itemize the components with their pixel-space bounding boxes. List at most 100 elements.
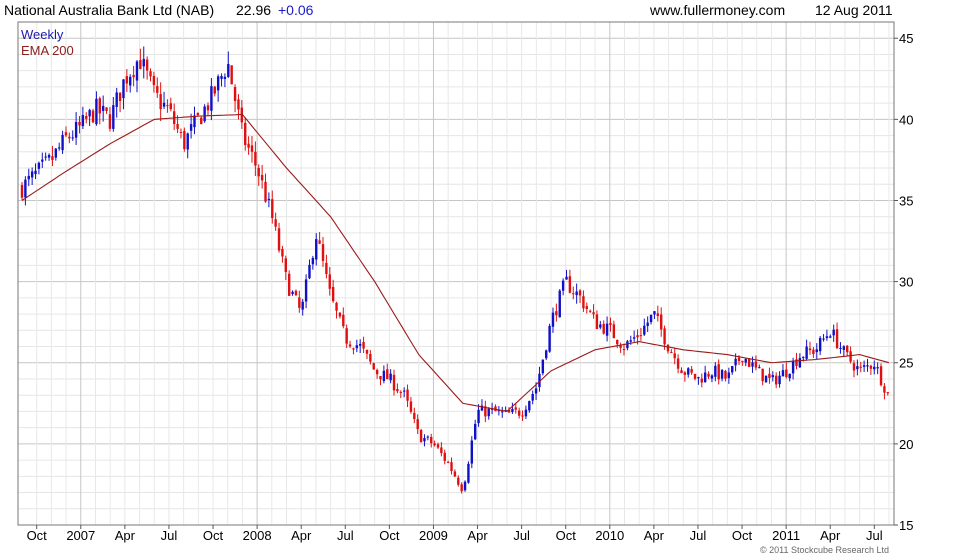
x-tick-label: Oct [379, 528, 400, 543]
candle-body [335, 302, 338, 311]
candle-body [703, 372, 707, 383]
plot-frame [17, 21, 895, 526]
candle-body [355, 345, 359, 349]
candle-body [764, 375, 768, 383]
candle-body [744, 358, 747, 363]
candle-body [298, 297, 301, 308]
x-tick-label: Jul [513, 528, 530, 543]
candle-body [582, 296, 585, 309]
candle-body [81, 115, 85, 127]
candle-body [440, 447, 443, 454]
candle-body [876, 367, 879, 369]
candle-body [595, 314, 599, 329]
x-tick-label: Apr [467, 528, 488, 543]
candle-body [846, 345, 849, 353]
candle-body [196, 112, 200, 116]
candle-body [619, 345, 622, 348]
candle-body [616, 339, 619, 345]
candle-body [774, 375, 778, 385]
candle-body [724, 370, 727, 379]
candle-body [220, 76, 223, 79]
candle-body [866, 365, 869, 367]
candle-body [528, 401, 531, 411]
candle-body [524, 409, 528, 417]
candle-body [717, 364, 720, 380]
candle-body [727, 372, 731, 379]
candle-body [802, 356, 805, 358]
candle-body [555, 311, 558, 316]
candle-body [460, 484, 463, 492]
candle-body [149, 71, 152, 77]
candle-body [687, 368, 690, 375]
candle-body [372, 363, 375, 370]
candle-body [74, 122, 78, 138]
candle-body [714, 365, 717, 377]
candle-body [237, 99, 240, 110]
candle-body [162, 102, 166, 107]
y-tick-label: 40 [899, 112, 913, 127]
candle-body [68, 136, 71, 139]
candle-body [585, 306, 588, 310]
candle-body [886, 392, 889, 394]
x-tick-label: Oct [556, 528, 577, 543]
candle-body [122, 79, 125, 99]
candle-body [534, 388, 538, 394]
x-tick-label: Jul [690, 528, 707, 543]
candle-body [159, 94, 162, 110]
candle-body [369, 354, 372, 362]
candle-body [294, 290, 298, 296]
y-tick-label: 30 [899, 275, 913, 290]
candle-body [41, 159, 44, 162]
candle-body [281, 248, 284, 257]
candle-body [301, 301, 304, 310]
candle-body [808, 348, 812, 351]
candle-body [125, 76, 129, 84]
candle-body [849, 351, 852, 362]
candle-body [34, 170, 37, 175]
candle-body [250, 145, 254, 152]
candle-body [457, 477, 460, 485]
candle-body [517, 410, 521, 416]
candle-body [643, 325, 646, 335]
candle-body [169, 103, 173, 110]
candle-body [835, 329, 839, 349]
x-tick-label: Jul [866, 528, 883, 543]
candle-body [653, 311, 656, 315]
candle-body [805, 346, 808, 359]
candle-body [223, 76, 227, 79]
candle-body [233, 87, 237, 102]
candle-body [88, 109, 91, 117]
candle-body [216, 76, 220, 91]
candle-body [683, 372, 687, 375]
candle-body [156, 86, 159, 93]
candle-body [781, 370, 785, 377]
candle-body [254, 151, 257, 166]
candle-body [64, 132, 68, 136]
y-tick-label: 35 [899, 193, 913, 208]
candle-body [129, 76, 132, 86]
candle-body [450, 462, 453, 472]
candle-body [778, 375, 781, 385]
candle-body [115, 92, 118, 107]
candle-body [58, 147, 61, 149]
candle-body [531, 393, 534, 401]
x-tick-label: Apr [291, 528, 312, 543]
candle-body [541, 359, 545, 374]
x-tick-label: 2009 [419, 528, 448, 543]
candle-body [565, 276, 568, 280]
candle-body [321, 244, 325, 261]
candle-body [768, 373, 771, 379]
candle-body [132, 74, 135, 78]
candle-body [210, 86, 213, 111]
candle-body [693, 373, 697, 379]
y-tick-label: 20 [899, 437, 913, 452]
candle-body [514, 407, 517, 410]
candle-body [558, 290, 561, 318]
candle-body [277, 228, 281, 251]
candle-body [680, 370, 683, 374]
candle-body [761, 368, 764, 382]
candle-body [95, 98, 98, 125]
candle-body [382, 370, 386, 382]
y-tick-label: 15 [899, 518, 913, 533]
x-tick-label: 2011 [772, 528, 800, 543]
